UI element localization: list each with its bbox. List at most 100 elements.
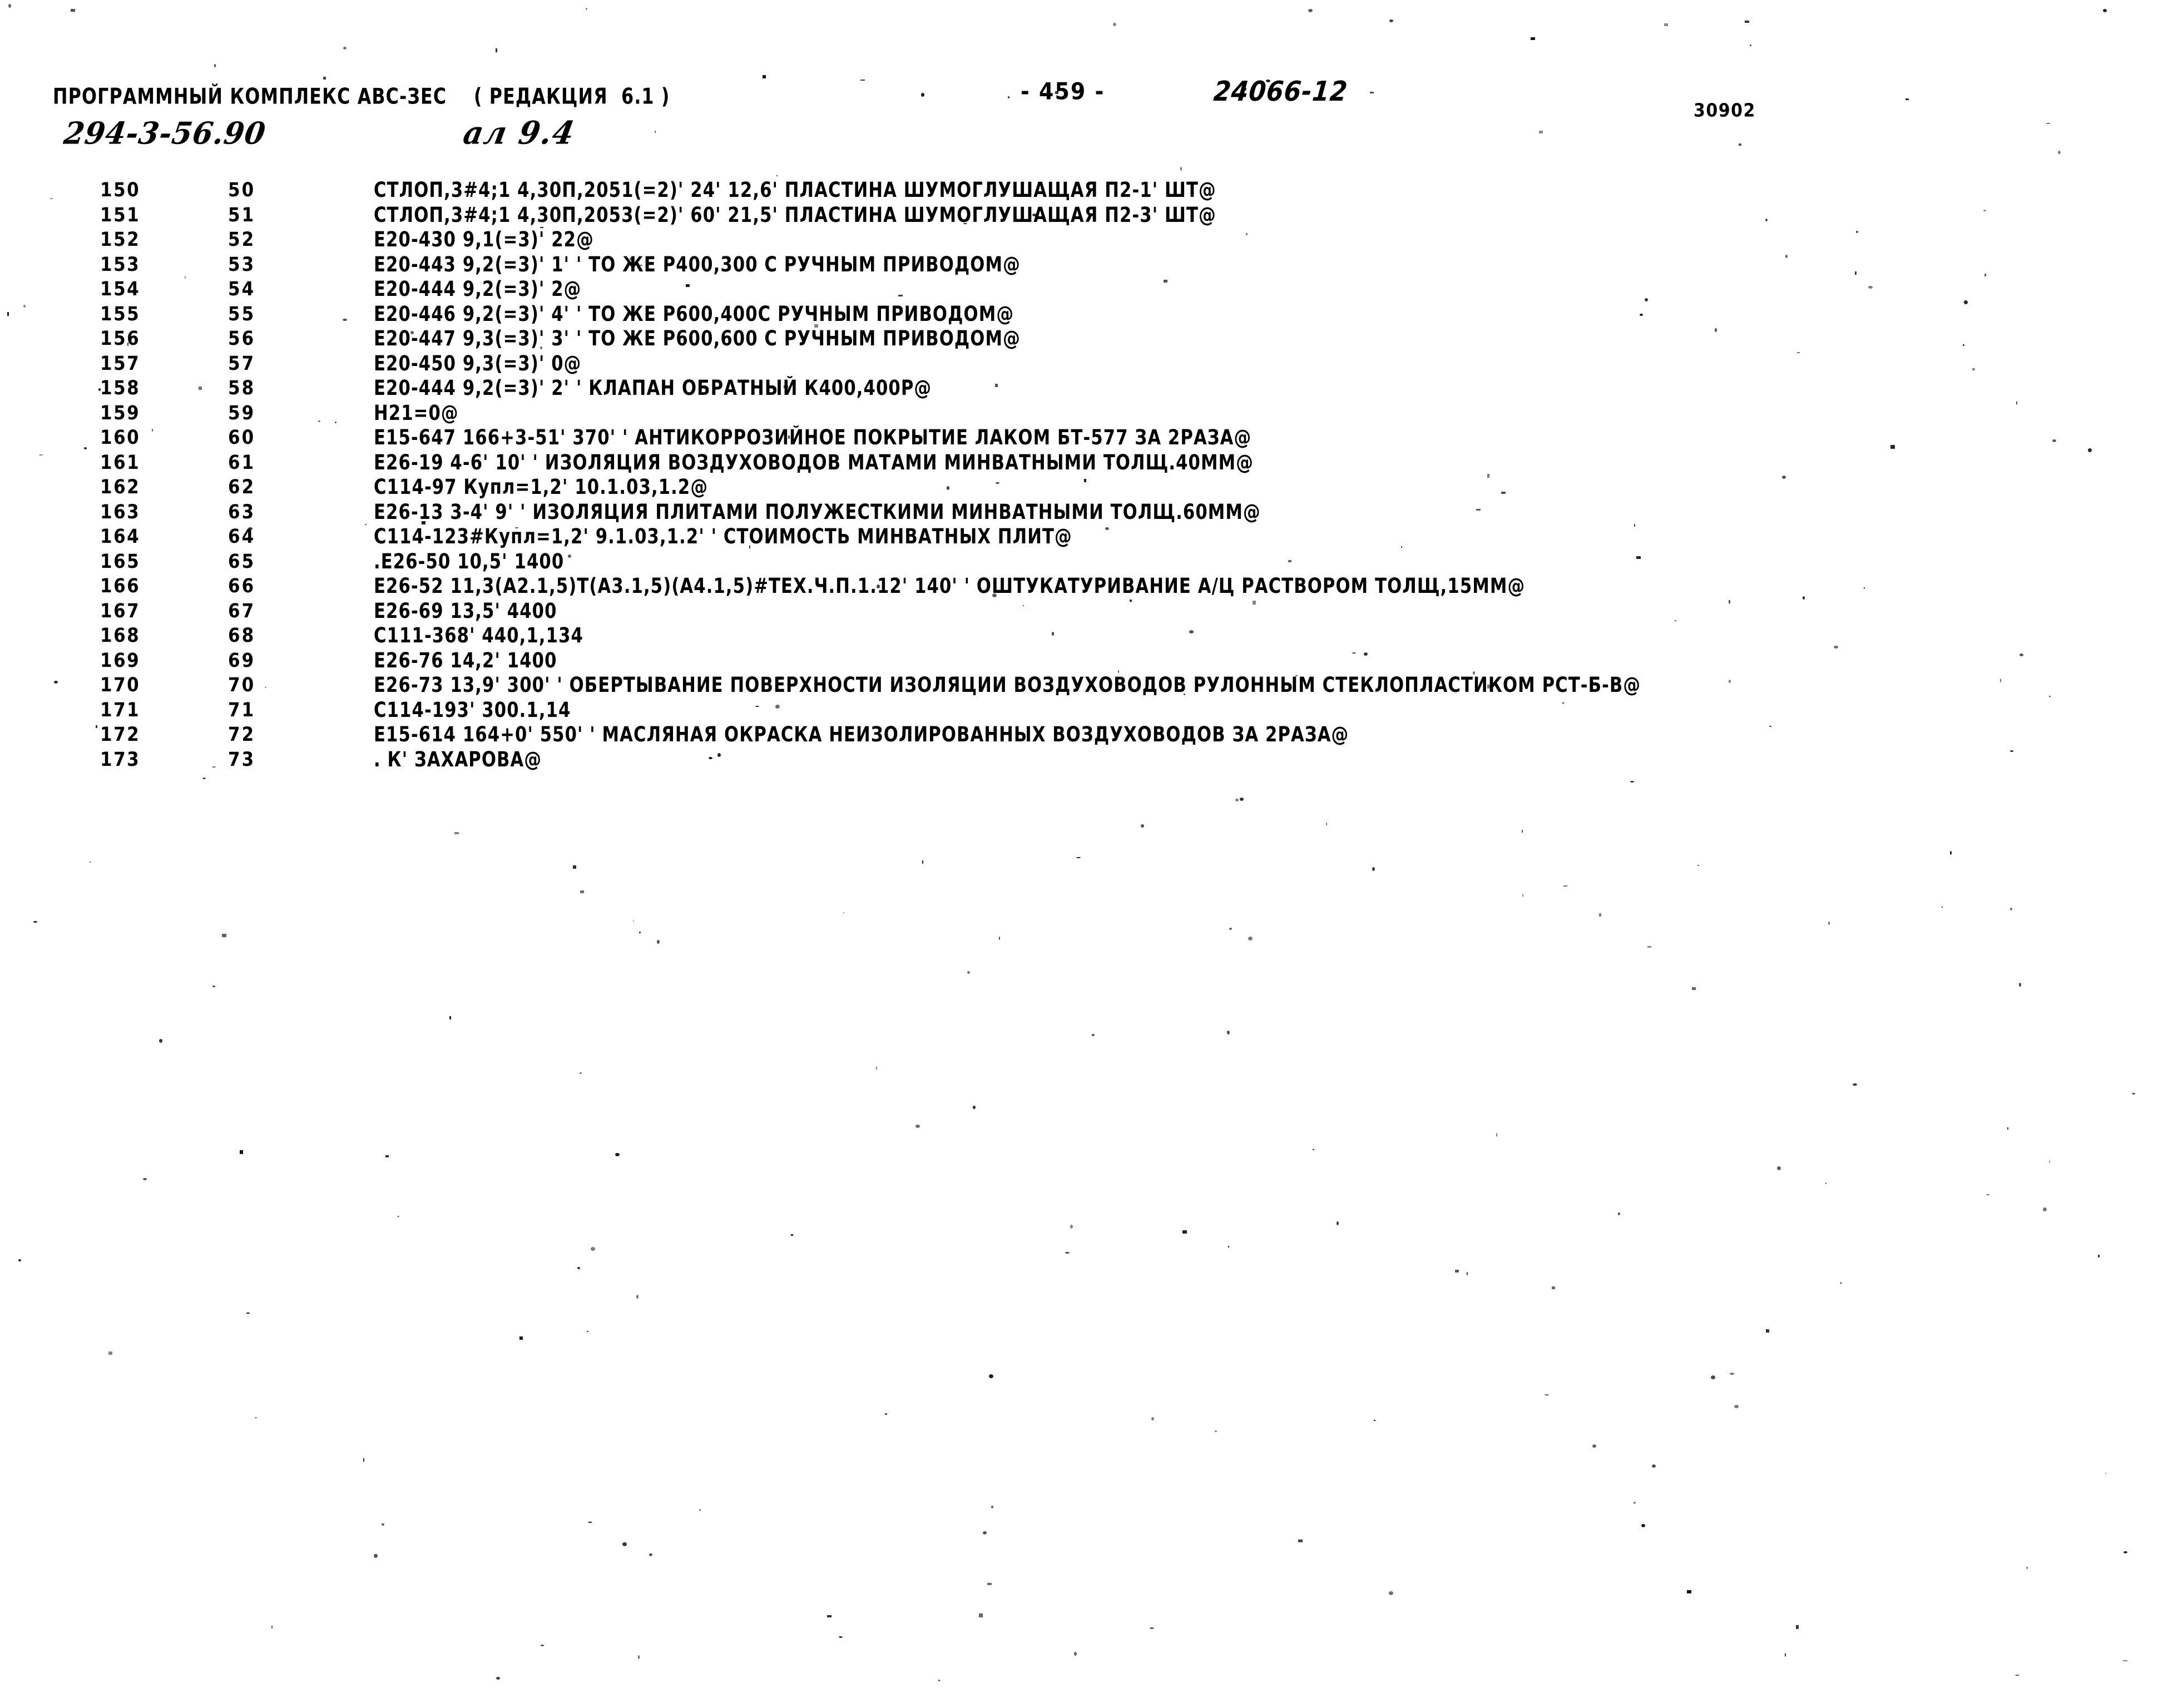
listing-row: 164 64 С114-123#Купл=1,2' 9.1.03,1.2' ' СТ… [0, 524, 2168, 549]
listing-row: 171 71 С114-193' 300.1,14 [0, 698, 2168, 723]
scan-speck [271, 1626, 273, 1628]
scan-speck [1785, 1653, 1786, 1657]
scan-speck [839, 1636, 843, 1638]
scan-speck [1552, 1286, 1555, 1289]
scan-speck [1563, 885, 1567, 887]
scan-speck [1765, 219, 1768, 221]
scan-speck [1803, 596, 1805, 600]
listing-row: 170 70 Е26-73 13,9' 300' ' ОБЕРТЫВАНИЕ ПОВ… [0, 673, 2168, 698]
scan-speck [860, 80, 865, 81]
scan-speck [1240, 798, 1244, 801]
listing-line-number: 162 [100, 476, 141, 499]
listing-row: 163 63 Е26-13 3-4' 9' ' ИЗОЛЯЦИЯ ПЛИТАМИ П… [0, 500, 2168, 525]
listing-index-number: 53 [228, 253, 256, 276]
listing-index-number: 68 [228, 624, 256, 647]
scan-speck [963, 223, 967, 224]
scan-speck [2058, 151, 2061, 154]
scan-speck [630, 258, 632, 260]
scan-speck [1184, 694, 1185, 695]
scan-speck [1522, 894, 1523, 897]
scan-speck [1473, 671, 1475, 675]
scan-speck [159, 1039, 162, 1043]
listing-index-number: 61 [228, 451, 256, 474]
scan-speck [222, 934, 226, 937]
scan-speck [246, 1313, 250, 1314]
scan-speck [1227, 1031, 1230, 1034]
scan-speck [958, 259, 959, 263]
scan-speck [1734, 1405, 1739, 1408]
listing-line-number: 173 [100, 748, 141, 771]
scan-speck [1401, 546, 1402, 548]
scan-speck [1364, 652, 1368, 656]
scan-speck [1074, 1652, 1077, 1656]
scan-speck [1052, 632, 1054, 636]
scan-speck [827, 1615, 831, 1617]
scan-speck [397, 1216, 399, 1217]
listing-index-number: 62 [228, 476, 256, 499]
scan-speck [185, 276, 186, 279]
listing-line-number: 158 [100, 377, 141, 400]
scan-speck [1855, 271, 1857, 275]
scan-speck [1766, 1329, 1769, 1333]
listing-row: 152 52 Е20-430 9,1(=3)' 22@ [0, 227, 2168, 253]
listing-index-number: 52 [228, 228, 256, 251]
scan-speck [1864, 587, 1865, 588]
scan-speck [987, 1583, 992, 1585]
document-number: 24066-12 [1212, 76, 1349, 108]
scan-speck [1372, 867, 1375, 871]
scan-speck [686, 284, 690, 287]
scan-speck [265, 687, 266, 688]
scan-speck [382, 1523, 384, 1526]
scan-speck [1308, 9, 1313, 12]
scan-speck [1228, 1246, 1229, 1247]
listing-line-number: 163 [100, 501, 141, 523]
scan-speck [791, 1234, 793, 1236]
listing-line-number: 153 [100, 253, 141, 276]
scan-speck [1531, 37, 1535, 40]
scan-speck [999, 937, 1000, 940]
scan-speck [843, 912, 844, 913]
scan-speck [1750, 44, 1751, 46]
listing-index-number: 69 [228, 649, 256, 672]
scan-speck [749, 545, 750, 549]
scan-speck [784, 385, 788, 388]
scan-speck [1084, 479, 1086, 482]
scan-speck [1487, 685, 1491, 689]
scan-speck [496, 48, 497, 52]
scan-speck [755, 706, 759, 707]
listing-row: 151 51 СТЛОП,3#4;1 4,30П,2053(=2)' 60' 21,… [0, 203, 2168, 228]
scan-speck [1834, 646, 1838, 648]
scan-speck [2019, 654, 2023, 656]
scan-speck [1618, 1212, 1620, 1215]
listing-index-number: 65 [228, 550, 256, 573]
scan-speck [788, 435, 790, 439]
handwritten-sheet-label: ал 9.4 [461, 114, 578, 152]
scan-speck [636, 1295, 638, 1299]
scan-speck [938, 1680, 940, 1681]
scan-speck [996, 482, 999, 484]
listing-line-number: 150 [100, 179, 141, 202]
scan-speck [2019, 983, 2021, 987]
scan-speck [1592, 1444, 1596, 1448]
right-margin-code: 30902 [1694, 100, 1756, 122]
scan-speck [1180, 167, 1182, 171]
scan-speck [588, 1522, 592, 1523]
scan-speck [1983, 210, 1986, 211]
scan-speck [1455, 1270, 1459, 1273]
scan-speck [898, 295, 903, 296]
scan-speck [967, 971, 970, 974]
scan-speck [1298, 1539, 1303, 1542]
scan-speck [2132, 1093, 2135, 1095]
scan-speck [323, 77, 326, 80]
scan-speck [212, 986, 215, 987]
listing-row: 166 66 Е26-52 11,3(А2.1,5)Т(А3.1,5)(А4.1,5… [0, 574, 2168, 599]
scan-speck [1389, 1591, 1393, 1595]
scan-speck [947, 486, 949, 490]
scan-speck [385, 1155, 389, 1157]
scan-speck [1070, 1225, 1073, 1229]
listing-row: 158 58 Е20-444 9,2(=3)' 2' ' КЛАПАН ОБРАТН… [0, 376, 2168, 401]
scan-speck [1984, 274, 1986, 276]
scan-speck [152, 429, 153, 432]
scan-speck [1905, 98, 1909, 100]
listing-line-number: 164 [100, 525, 141, 548]
